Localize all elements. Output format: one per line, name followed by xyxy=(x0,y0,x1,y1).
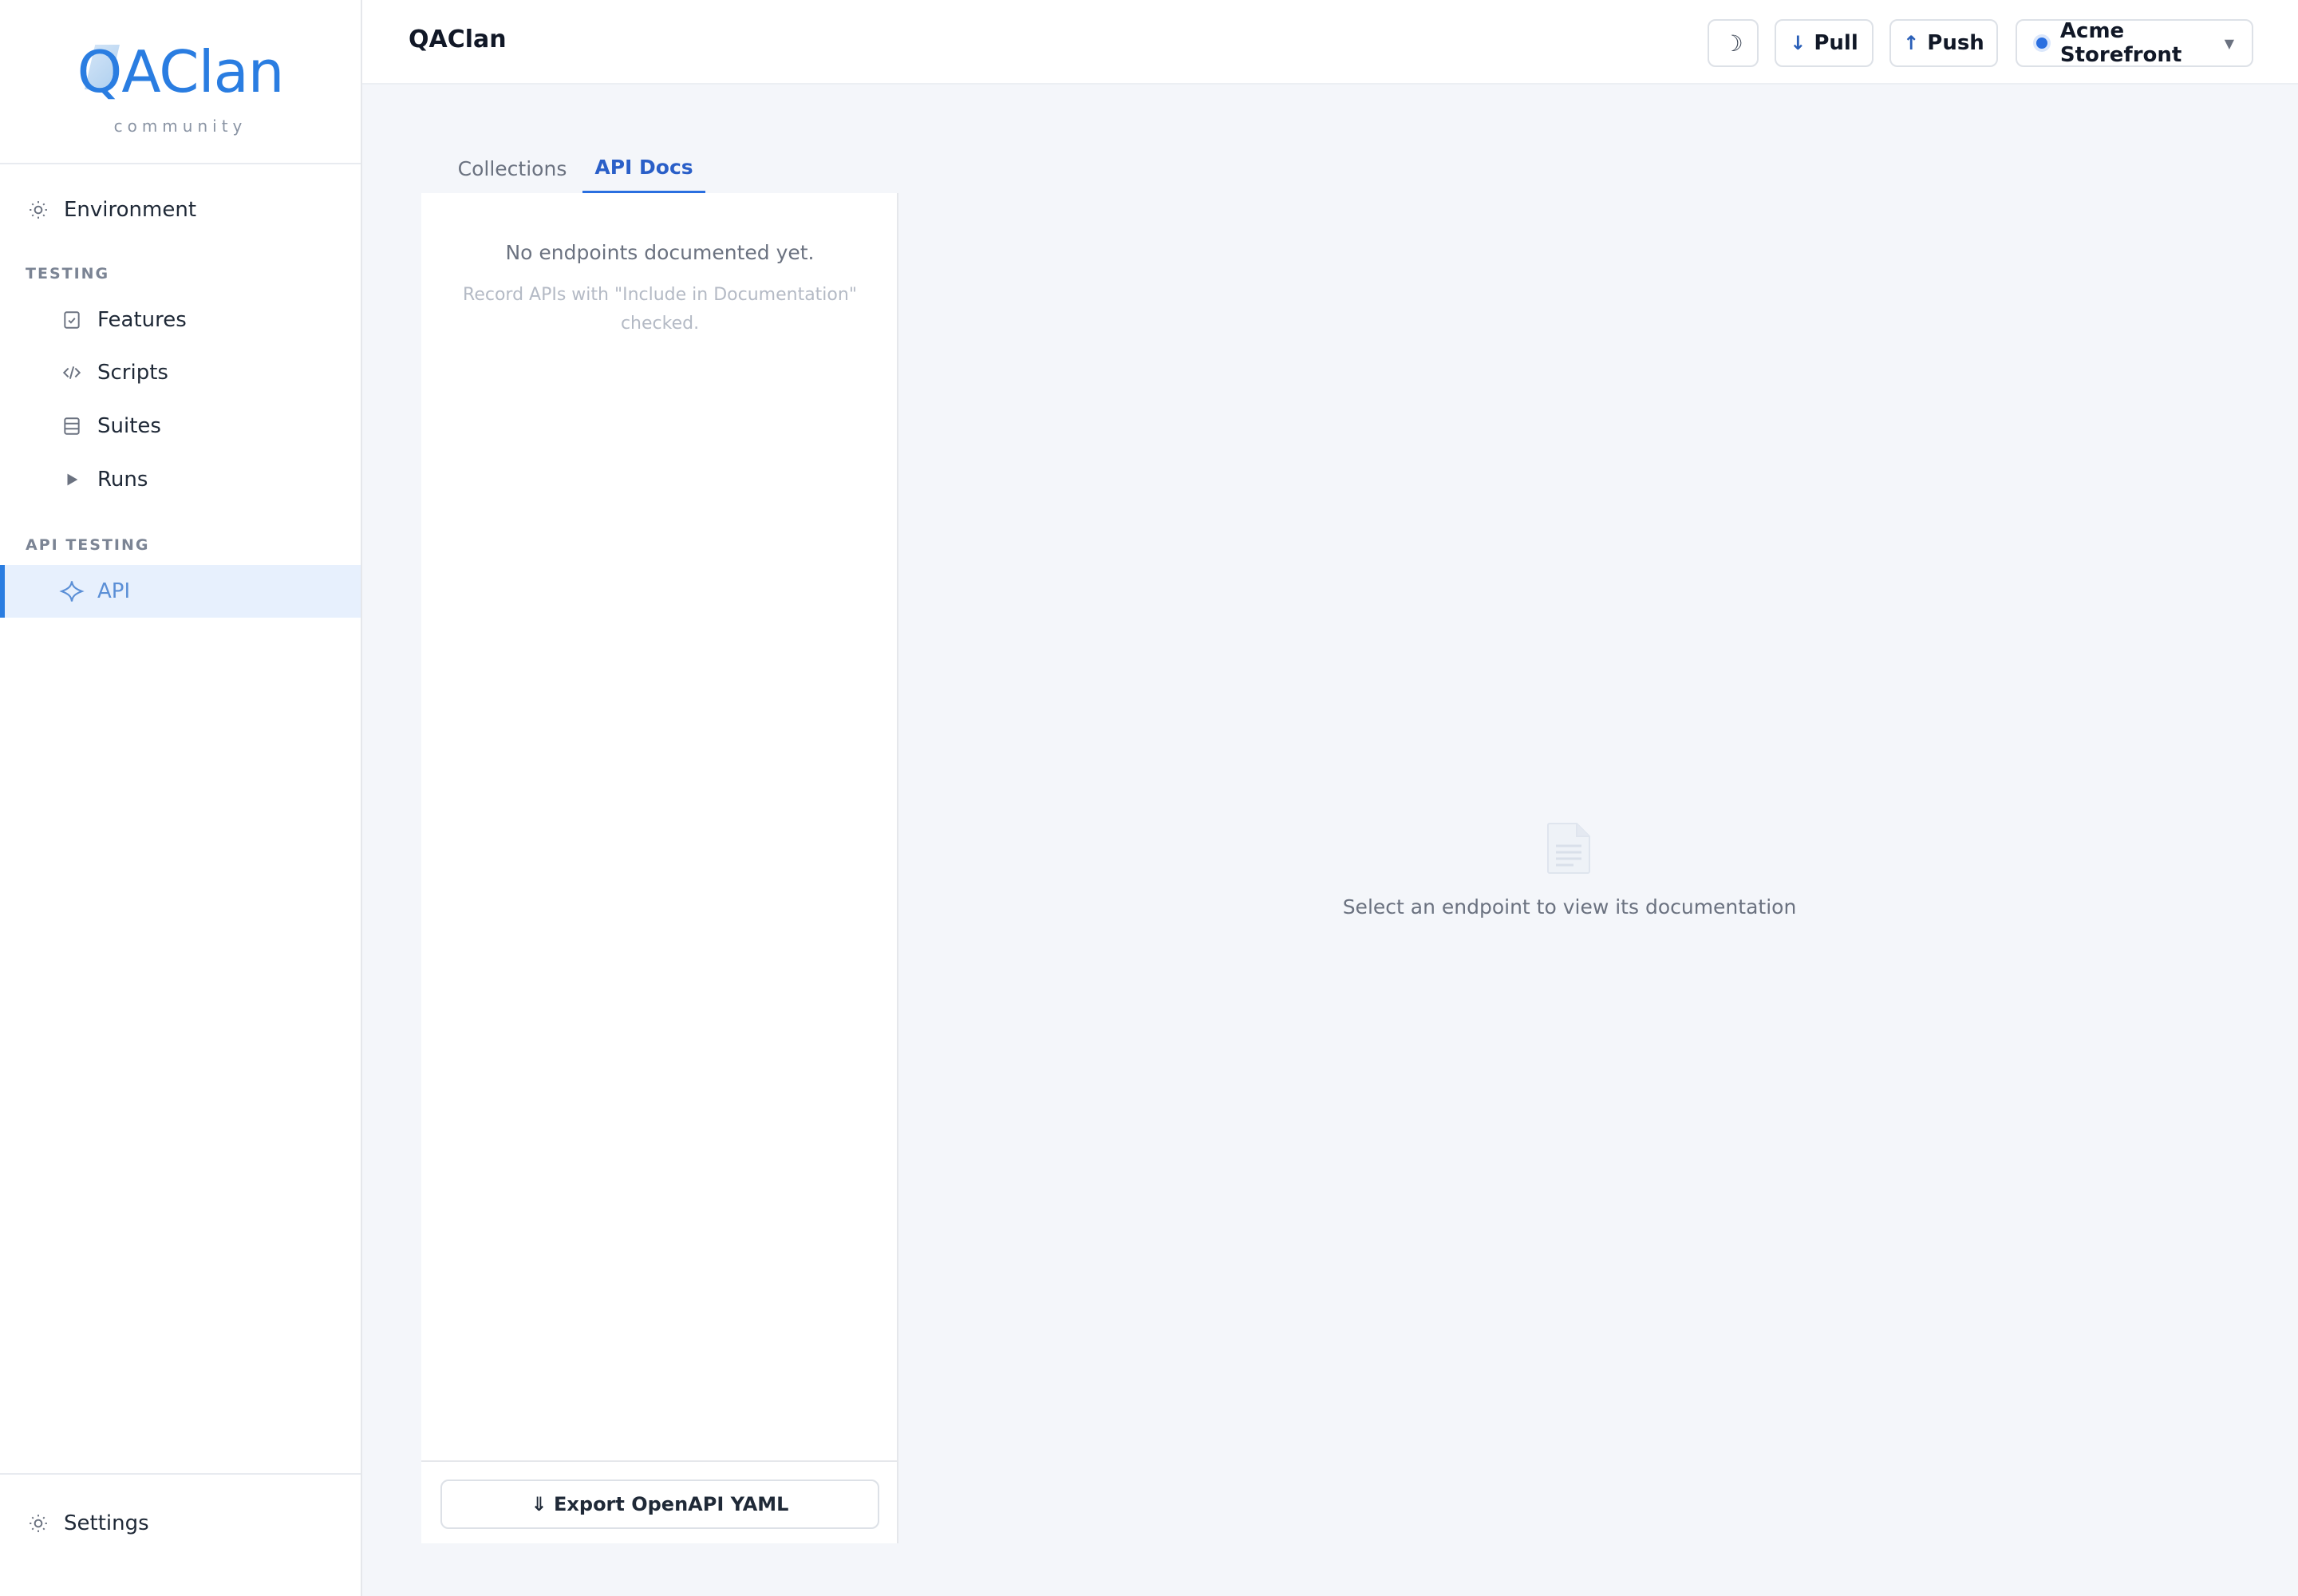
endpoint-list-panel: No endpoints documented yet. Record APIs… xyxy=(421,193,898,1543)
main-empty-message: Select an endpoint to view its documenta… xyxy=(1342,895,1797,918)
sidebar-item-label: Environment xyxy=(64,198,197,222)
logo[interactable]: QAClan community xyxy=(0,0,361,164)
panel-footer: ⇓ Export OpenAPI YAML xyxy=(421,1460,898,1543)
code-icon xyxy=(59,360,85,385)
caret-down-icon: ▼ xyxy=(2224,35,2234,51)
sidebar-item-label: Runs xyxy=(97,468,148,492)
page-title: QAClan xyxy=(409,26,507,53)
tab-collections[interactable]: Collections xyxy=(421,144,603,193)
sidebar-item-label: Settings xyxy=(64,1511,149,1535)
project-selector[interactable]: Acme Storefront ▼ xyxy=(2016,19,2253,67)
sun-icon xyxy=(26,197,51,223)
sidebar-item-scripts[interactable]: Scripts xyxy=(0,346,361,399)
sidebar-item-label: API xyxy=(97,579,131,603)
push-label: Push xyxy=(1927,31,1984,55)
top-header: QAClan ☽ ↓ Pull ↑ Push Acme Storefront ▼ xyxy=(362,0,2298,85)
logo-subtitle: community xyxy=(113,117,247,136)
empty-state-title: No endpoints documented yet. xyxy=(505,241,815,264)
project-label: Acme Storefront xyxy=(2059,19,2182,67)
document-icon xyxy=(1546,822,1591,875)
checklist-icon xyxy=(59,307,85,333)
pull-label: Pull xyxy=(1814,31,1858,55)
moon-icon: ☽ xyxy=(1723,30,1743,57)
sidebar-footer: Settings xyxy=(0,1473,361,1535)
play-icon xyxy=(59,467,85,492)
sidebar-item-suites[interactable]: Suites xyxy=(0,400,361,452)
sidebar-item-runs[interactable]: Runs xyxy=(0,453,361,506)
arrow-up-icon: ↑ xyxy=(1903,32,1920,54)
sidebar-item-settings[interactable]: Settings xyxy=(0,1497,361,1550)
section-label-api-testing: API TESTING xyxy=(26,536,150,554)
sidebar: QAClan community Environment TESTING Fea… xyxy=(0,0,362,1596)
sidebar-item-label: Suites xyxy=(97,414,161,438)
sidebar-item-label: Features xyxy=(97,308,187,332)
gear-icon xyxy=(26,1511,51,1536)
pull-button[interactable]: ↓ Pull xyxy=(1775,19,1874,67)
logo-text: QAClan xyxy=(77,38,285,105)
empty-state-hint: Record APIs with "Include in Documentati… xyxy=(463,285,857,334)
export-openapi-button[interactable]: ⇓ Export OpenAPI YAML xyxy=(440,1479,879,1529)
tab-api-docs[interactable]: API Docs xyxy=(582,144,705,193)
stack-icon xyxy=(59,413,85,439)
sidebar-item-api[interactable]: API xyxy=(0,565,361,618)
push-button[interactable]: ↑ Push xyxy=(1889,19,1998,67)
arrow-down-icon: ↓ xyxy=(1790,32,1806,54)
sidebar-item-features[interactable]: Features xyxy=(0,294,361,346)
section-label-testing: TESTING xyxy=(26,265,110,282)
status-dot-icon xyxy=(2036,38,2047,49)
sparkle-icon xyxy=(59,579,85,604)
theme-toggle-button[interactable]: ☽ xyxy=(1708,19,1759,67)
sidebar-item-label: Scripts xyxy=(97,361,168,385)
sidebar-item-environment[interactable]: Environment xyxy=(0,184,361,236)
